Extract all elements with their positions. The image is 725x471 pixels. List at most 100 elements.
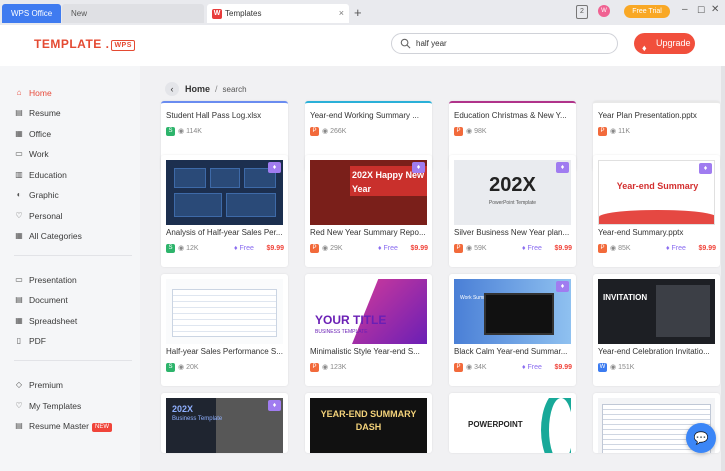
template-card[interactable]: Half-year Sales Performance S... S ◉ 20K xyxy=(161,274,288,386)
tab-label: WPS Office xyxy=(11,9,53,18)
card-title: Half-year Sales Performance S... xyxy=(166,347,283,356)
sidebar-item-resume[interactable]: ▤ Resume xyxy=(14,105,134,121)
premium-badge-icon: ♦ xyxy=(556,281,569,292)
card-title: Year-end Celebration Invitatio... xyxy=(598,347,710,356)
template-card[interactable]: 202X Business Template ♦ xyxy=(161,393,288,453)
presentation-type-icon: P xyxy=(310,244,319,253)
presentation-icon: ▭ xyxy=(15,275,23,284)
thumbnail-text: POWERPOINT xyxy=(468,420,523,429)
diamond-icon: ♦ xyxy=(642,43,647,53)
sidebar-item-premium[interactable]: ◇ Premium xyxy=(14,377,134,393)
eye-icon: ◉ xyxy=(466,245,473,252)
thumbnail-text: INVITATION xyxy=(603,293,648,302)
template-card[interactable]: Work Summary ♦ Black Calm Year-end Summar… xyxy=(449,274,576,386)
eye-icon: ◉ xyxy=(322,128,329,135)
diamond-icon: ♦ xyxy=(666,245,670,252)
sidebar-item-label: My Templates xyxy=(29,401,82,411)
thumbnail-text: YOUR TITLE xyxy=(315,313,387,327)
template-card[interactable]: Year-end Summary ♦ Year-end Summary.pptx … xyxy=(593,155,720,267)
sidebar-item-my-templates[interactable]: ♡ My Templates xyxy=(14,398,134,414)
sidebar-item-office[interactable]: ▦ Office xyxy=(14,126,134,142)
card-title: Black Calm Year-end Summar... xyxy=(454,347,568,356)
chat-support-icon[interactable]: 💬 xyxy=(686,423,716,453)
tab-new[interactable]: New xyxy=(62,4,204,23)
home-icon: ⌂ xyxy=(16,88,22,97)
view-count: 20K xyxy=(186,364,199,371)
sidebar-item-graphic[interactable]: ◐ Graphic xyxy=(14,187,134,203)
search-input[interactable]: half year xyxy=(416,34,447,53)
logo-text: TEMPLATE . xyxy=(34,37,110,51)
tab-templates[interactable]: W Templates × xyxy=(207,4,349,23)
avatar[interactable]: W xyxy=(598,5,610,17)
eye-icon: ◉ xyxy=(178,364,185,371)
breadcrumb-current: search xyxy=(222,85,247,94)
pdf-icon: ▯ xyxy=(16,336,22,345)
diamond-icon: ♦ xyxy=(234,245,238,252)
template-card[interactable]: 202X Happy New Year ♦ Red New Year Summar… xyxy=(305,155,432,267)
sidebar-item-pdf[interactable]: ▯ PDF xyxy=(14,333,134,349)
sidebar-item-spreadsheet[interactable]: ▦ Spreadsheet xyxy=(14,313,134,329)
template-card[interactable]: POWERPOINT xyxy=(449,393,576,453)
sidebar-item-home[interactable]: ⌂ Home xyxy=(14,85,134,101)
sidebar-item-resume-master[interactable]: ▤ Resume Master NEW xyxy=(14,418,134,434)
sidebar: ⌂ Home ▤ Resume ▦ Office ▭ Work ▥ Education ◐… xyxy=(0,66,140,471)
breadcrumb-home[interactable]: Home xyxy=(185,84,210,94)
sidebar-item-document[interactable]: ▤ Document xyxy=(14,292,134,308)
eye-icon: ◉ xyxy=(322,364,329,371)
card-title: Analysis of Half-year Sales Per... xyxy=(166,228,283,237)
sidebar-item-work[interactable]: ▭ Work xyxy=(14,146,134,162)
price: $9.99 xyxy=(554,245,572,252)
template-logo[interactable]: TEMPLATE . WPS xyxy=(34,37,135,51)
new-tab-plus-icon[interactable]: + xyxy=(354,3,362,22)
sidebar-item-personal[interactable]: ♡ Personal xyxy=(14,208,134,224)
sidebar-item-label: Office xyxy=(29,129,52,139)
search-box[interactable]: half year xyxy=(391,33,618,54)
search-icon xyxy=(400,38,411,49)
card-title: Red New Year Summary Repo... xyxy=(310,228,426,237)
sidebar-item-label: Resume xyxy=(29,108,61,118)
minimize-icon[interactable]: – xyxy=(682,4,688,18)
document-icon: ▤ xyxy=(15,295,23,304)
template-card[interactable]: 202X PowerPoint Template ♦ Silver Business… xyxy=(449,155,576,267)
free-label: ♦ Free xyxy=(666,245,686,252)
view-count: 151K xyxy=(618,364,635,371)
premium-badge-icon: ♦ xyxy=(699,163,712,174)
tab-label: New xyxy=(71,9,88,18)
sidebar-item-label: All Categories xyxy=(29,231,82,241)
price: $9.99 xyxy=(410,245,428,252)
vertical-scrollbar[interactable] xyxy=(721,66,725,471)
sidebar-item-label: Presentation xyxy=(29,275,77,285)
upgrade-button[interactable]: ♦ Upgrade xyxy=(634,33,695,54)
eye-icon: ◉ xyxy=(610,128,617,135)
card-thumbnail: Work Summary ♦ xyxy=(454,279,571,344)
card-thumbnail: 202X Business Template ♦ xyxy=(166,398,283,453)
card-thumbnail xyxy=(166,279,283,344)
sidebar-item-label: Home xyxy=(29,88,52,98)
spreadsheet-type-icon: S xyxy=(166,363,175,372)
free-label: ♦ Free xyxy=(378,245,398,252)
window-count-badge[interactable]: 2 xyxy=(576,5,588,19)
new-badge: NEW xyxy=(92,423,112,432)
diamond-icon: ♦ xyxy=(378,245,382,252)
breadcrumb-separator: / xyxy=(215,84,218,94)
card-title: Silver Business New Year plan... xyxy=(454,228,570,237)
template-card[interactable]: ♦ Analysis of Half-year Sales Per... S ◉ 1… xyxy=(161,155,288,267)
presentation-type-icon: P xyxy=(598,244,607,253)
card-meta: P ◉ 11K xyxy=(598,127,716,137)
sidebar-item-education[interactable]: ▥ Education xyxy=(14,167,134,183)
maximize-icon[interactable]: ☐ xyxy=(697,5,705,19)
thumbnail-subtext: Business Template xyxy=(172,416,223,422)
card-thumbnail: INVITATION xyxy=(598,279,715,344)
card-thumbnail: ♦ xyxy=(166,160,283,225)
window-close-icon[interactable]: ✕ xyxy=(711,4,719,18)
close-icon[interactable]: × xyxy=(339,4,344,23)
template-card[interactable]: YEAR-END SUMMARY DASH xyxy=(305,393,432,453)
sidebar-item-all-categories[interactable]: ▦ All Categories xyxy=(14,228,134,244)
back-arrow-icon[interactable]: ‹ xyxy=(165,82,179,96)
sidebar-item-presentation[interactable]: ▭ Presentation xyxy=(14,272,134,288)
tab-wps-office[interactable]: WPS Office xyxy=(2,4,61,23)
template-card[interactable]: YOUR TITLE BUSINESS TEMPLATE Minimalistic… xyxy=(305,274,432,386)
free-trial-button[interactable]: Free Trial xyxy=(624,5,670,18)
view-count: 114K xyxy=(186,128,202,135)
template-card[interactable]: INVITATION Year-end Celebration Invitati… xyxy=(593,274,720,386)
